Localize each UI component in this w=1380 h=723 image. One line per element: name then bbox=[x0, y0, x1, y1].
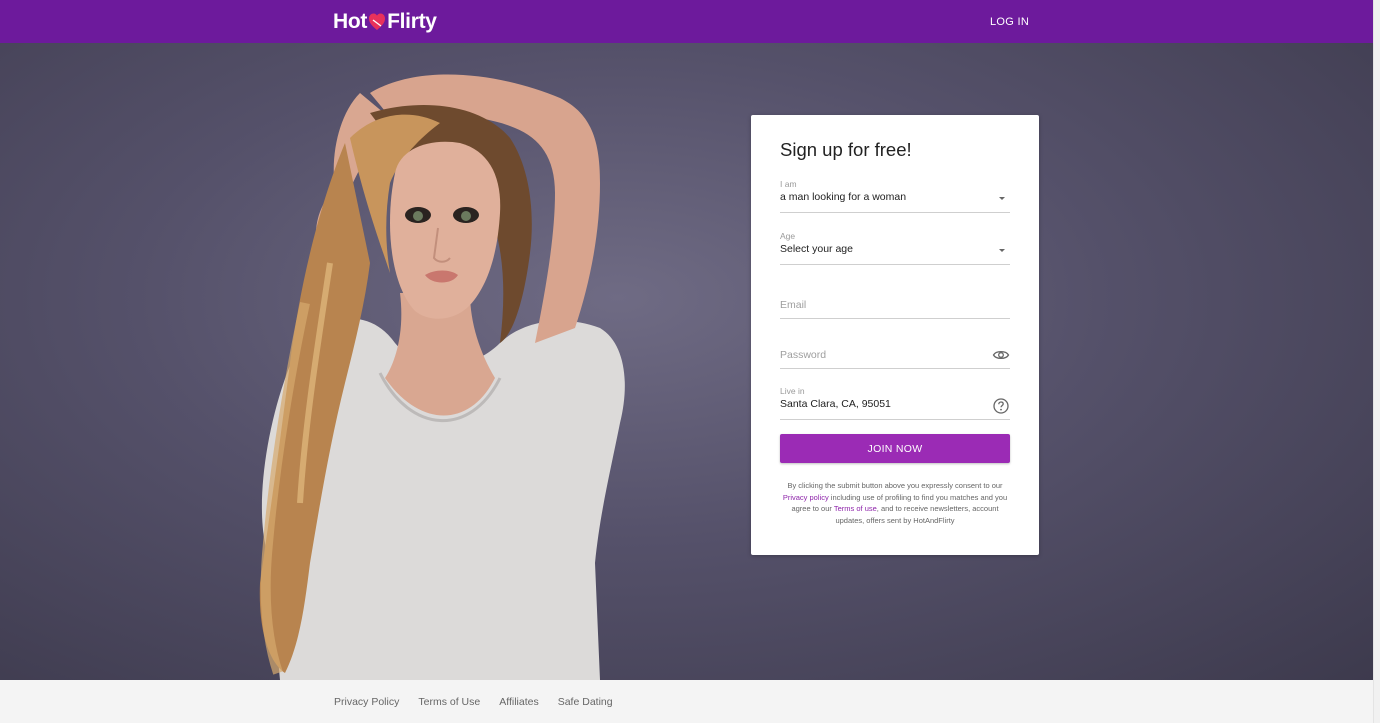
signup-title: Sign up for free! bbox=[780, 139, 912, 160]
email-field[interactable]: Email bbox=[780, 285, 1010, 319]
age-value: Select your age bbox=[780, 243, 853, 255]
password-placeholder: Password bbox=[780, 349, 827, 361]
page-footer: Privacy Policy Terms of Use Affiliates S… bbox=[0, 680, 1373, 723]
footer-link-privacy-policy[interactable]: Privacy Policy bbox=[334, 696, 399, 708]
live-in-label: Live in bbox=[780, 386, 805, 396]
top-header: Hot Flirty LOG IN bbox=[0, 0, 1373, 43]
caret-down-icon[interactable] bbox=[999, 249, 1005, 252]
live-in-field[interactable]: Live in Santa Clara, CA, 95051 bbox=[780, 386, 1010, 420]
terms-of-use-link[interactable]: Terms of use bbox=[834, 504, 877, 513]
footer-link-terms-of-use[interactable]: Terms of Use bbox=[418, 696, 480, 708]
i-am-label: I am bbox=[780, 179, 797, 189]
signup-card: Sign up for free! I am a man looking for… bbox=[751, 115, 1039, 555]
password-field[interactable]: Password bbox=[780, 335, 1010, 369]
footer-link-affiliates[interactable]: Affiliates bbox=[499, 696, 539, 708]
footer-links: Privacy Policy Terms of Use Affiliates S… bbox=[334, 696, 632, 708]
eye-icon[interactable] bbox=[992, 346, 1010, 364]
site-logo[interactable]: Hot Flirty bbox=[333, 8, 437, 36]
legal-consent-text: By clicking the submit button above you … bbox=[780, 480, 1010, 526]
live-in-value: Santa Clara, CA, 95051 bbox=[780, 398, 891, 410]
hero-photo-woman bbox=[259, 74, 625, 680]
join-now-button[interactable]: JOIN NOW bbox=[780, 434, 1010, 463]
i-am-select[interactable]: I am a man looking for a woman bbox=[780, 179, 1010, 213]
login-link[interactable]: LOG IN bbox=[990, 12, 1029, 32]
privacy-policy-link[interactable]: Privacy policy bbox=[783, 493, 829, 502]
logo-text-left: Hot bbox=[333, 10, 368, 33]
logo-text-right: Flirty bbox=[387, 10, 437, 33]
email-placeholder: Email bbox=[780, 299, 807, 311]
footer-link-safe-dating[interactable]: Safe Dating bbox=[558, 696, 613, 708]
page-scrollbar[interactable] bbox=[1373, 0, 1380, 723]
i-am-value: a man looking for a woman bbox=[780, 191, 907, 203]
help-circle-icon[interactable] bbox=[992, 397, 1010, 415]
hero-section: Sign up for free! I am a man looking for… bbox=[0, 43, 1373, 680]
age-label: Age bbox=[780, 231, 796, 241]
caret-down-icon[interactable] bbox=[999, 197, 1005, 200]
age-select[interactable]: Age Select your age bbox=[780, 231, 1010, 265]
legal-text-part1: By clicking the submit button above you … bbox=[787, 481, 1003, 490]
heart-ampersand-icon bbox=[369, 13, 386, 30]
